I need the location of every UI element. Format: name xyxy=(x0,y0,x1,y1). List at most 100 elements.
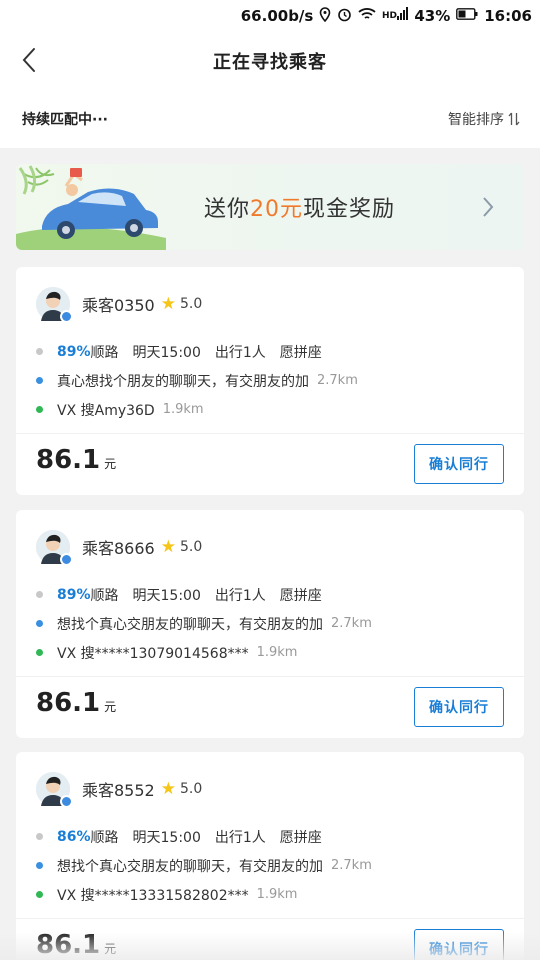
trip-details: 89% 顺路 明天15:00 出行1人 愿拼座 真心想找个朋友的聊聊天，有交朋友的… xyxy=(36,337,358,424)
match-percent: 89% xyxy=(57,586,91,603)
hd-signal-icon: HD xyxy=(382,7,409,25)
fare-unit: 元 xyxy=(104,457,117,471)
origin-distance: 2.7km xyxy=(317,373,358,388)
destination-distance: 1.9km xyxy=(256,645,298,660)
chevron-left-icon xyxy=(22,48,35,72)
wifi-icon xyxy=(358,7,376,25)
passenger-rating: 5.0 xyxy=(179,539,203,555)
passenger-name: 乘客8666 xyxy=(82,539,155,558)
destination-line: VX 搜*****13331582802*** 1.9km xyxy=(36,880,372,909)
passenger-header: 乘客0350 ★ 5.0 xyxy=(36,287,203,323)
sort-label: 智能排序 xyxy=(448,112,504,128)
trip-details: 86% 顺路 明天15:00 出行1人 愿拼座 想找个真心交朋友的聊聊天，有交朋友… xyxy=(36,822,372,909)
verified-badge-icon xyxy=(60,795,73,808)
origin-line: 真心想找个朋友的聊聊天，有交朋友的加 2.7km xyxy=(36,366,358,395)
blue-dot-icon xyxy=(36,862,43,869)
blue-dot-icon xyxy=(36,377,43,384)
fare-amount: 86.1 xyxy=(36,445,101,475)
passenger-card[interactable]: 乘客0350 ★ 5.0 89% 顺路 明天15:00 出行1人 愿拼座 真心想找… xyxy=(16,267,524,495)
green-dot-icon xyxy=(36,649,43,656)
origin-distance: 2.7km xyxy=(331,858,372,873)
trip-time: 明天15:00 xyxy=(132,344,201,361)
star-icon: ★ xyxy=(160,537,176,557)
cash-reward-banner[interactable]: 送你 20元 现金奖励 xyxy=(16,164,524,250)
star-icon: ★ xyxy=(160,779,176,799)
passenger-name: 乘客8552 xyxy=(82,781,155,800)
alarm-icon xyxy=(337,7,352,26)
sort-button[interactable]: 智能排序 xyxy=(448,109,520,129)
passenger-rating: 5.0 xyxy=(179,781,203,797)
destination-distance: 1.9km xyxy=(256,887,298,902)
trip-details: 89% 顺路 明天15:00 出行1人 愿拼座 想找个真心交朋友的聊聊天，有交朋友… xyxy=(36,580,372,667)
passenger-name: 乘客0350 xyxy=(82,296,155,315)
destination-line: VX 搜*****13079014568*** 1.9km xyxy=(36,638,372,667)
trip-summary-line: 89% 顺路 明天15:00 出行1人 愿拼座 xyxy=(36,580,372,609)
banner-text-before: 送你 xyxy=(204,197,251,222)
origin-line: 想找个真心交朋友的聊聊天，有交朋友的加 2.7km xyxy=(36,609,372,638)
origin-note: 想找个真心交朋友的聊聊天，有交朋友的加 xyxy=(57,858,323,875)
matching-status: 持续匹配中··· xyxy=(22,112,108,128)
trip-time: 明天15:00 xyxy=(132,829,201,846)
destination-note: VX 搜Amy36D xyxy=(57,402,155,419)
divider xyxy=(16,918,524,919)
origin-note: 真心想找个朋友的聊聊天，有交朋友的加 xyxy=(57,373,309,390)
verified-badge-icon xyxy=(60,553,73,566)
bottom-fade xyxy=(0,932,540,960)
divider xyxy=(16,676,524,677)
banner-text-after: 现金奖励 xyxy=(303,197,396,222)
trip-summary-line: 89% 顺路 明天15:00 出行1人 愿拼座 xyxy=(36,337,358,366)
origin-line: 想找个真心交朋友的聊聊天，有交朋友的加 2.7km xyxy=(36,851,372,880)
banner-highlight: 20元 xyxy=(250,197,304,222)
confirm-ride-button[interactable]: 确认同行 xyxy=(414,687,504,727)
share-preference: 愿拼座 xyxy=(279,587,322,604)
avatar xyxy=(36,287,73,323)
fare: 86.1 元 xyxy=(36,688,116,718)
grey-dot-icon xyxy=(36,348,43,355)
destination-line: VX 搜Amy36D 1.9km xyxy=(36,395,358,424)
share-preference: 愿拼座 xyxy=(279,829,322,846)
match-label: 顺路 xyxy=(90,587,119,604)
green-dot-icon xyxy=(36,406,43,413)
blue-dot-icon xyxy=(36,620,43,627)
location-icon xyxy=(319,6,331,26)
green-dot-icon xyxy=(36,891,43,898)
back-button[interactable] xyxy=(14,45,44,75)
fare-unit: 元 xyxy=(104,700,117,714)
confirm-ride-button[interactable]: 确认同行 xyxy=(414,444,504,484)
status-bar: 66.00b/s HD 43% 16:06 xyxy=(0,0,540,32)
battery-percent: 43% xyxy=(414,7,451,25)
network-speed: 66.00b/s xyxy=(240,7,314,25)
share-preference: 愿拼座 xyxy=(279,344,322,361)
passenger-card[interactable]: 乘客8552 ★ 5.0 86% 顺路 明天15:00 出行1人 愿拼座 想找个真… xyxy=(16,752,524,960)
avatar xyxy=(36,530,73,566)
clock-time: 16:06 xyxy=(484,7,532,25)
grey-dot-icon xyxy=(36,833,43,840)
trip-time: 明天15:00 xyxy=(132,587,201,604)
destination-note: VX 搜*****13079014568*** xyxy=(57,645,249,662)
car-illustration-icon xyxy=(16,165,166,250)
nav-bar: 正在寻找乘客 xyxy=(0,32,540,90)
match-percent: 86% xyxy=(57,828,91,845)
trip-seats: 出行1人 xyxy=(214,829,266,846)
passenger-rating: 5.0 xyxy=(179,296,203,312)
destination-distance: 1.9km xyxy=(162,402,204,417)
match-label: 顺路 xyxy=(90,344,119,361)
trip-seats: 出行1人 xyxy=(214,587,266,604)
sort-icon xyxy=(508,112,520,126)
verified-badge-icon xyxy=(60,310,73,323)
passenger-card[interactable]: 乘客8666 ★ 5.0 89% 顺路 明天15:00 出行1人 愿拼座 想找个真… xyxy=(16,510,524,738)
origin-distance: 2.7km xyxy=(331,616,372,631)
fare: 86.1 元 xyxy=(36,445,116,475)
avatar xyxy=(36,772,73,808)
passenger-header: 乘客8552 ★ 5.0 xyxy=(36,772,203,808)
match-status-bar: 持续匹配中··· 智能排序 xyxy=(0,90,540,148)
trip-summary-line: 86% 顺路 明天15:00 出行1人 愿拼座 xyxy=(36,822,372,851)
grey-dot-icon xyxy=(36,591,43,598)
chevron-right-icon xyxy=(483,197,494,217)
divider xyxy=(16,433,524,434)
fare-amount: 86.1 xyxy=(36,688,101,718)
origin-note: 想找个真心交朋友的聊聊天，有交朋友的加 xyxy=(57,616,323,633)
svg-text:HD: HD xyxy=(382,11,397,21)
match-percent: 89% xyxy=(57,343,91,360)
banner-text: 送你 20元 现金奖励 xyxy=(204,164,395,250)
